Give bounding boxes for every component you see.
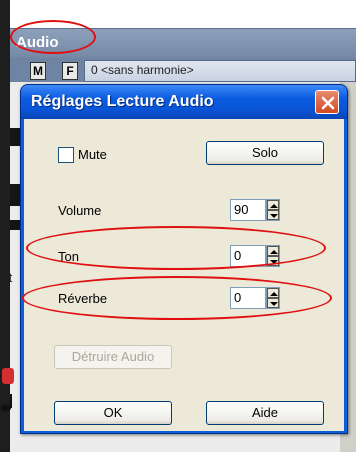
dialog-body: Mute Solo Volume 90 Ton 0 Réverbe 0 Détr… [24, 119, 344, 431]
solo-button[interactable]: Solo [206, 141, 324, 165]
mute-track-button[interactable]: M [30, 62, 46, 80]
background-side-label: St [0, 270, 13, 285]
destroy-audio-button[interactable]: Détruire Audio [54, 345, 172, 369]
ok-button[interactable]: OK [54, 401, 172, 425]
audio-panel-header [10, 28, 356, 58]
spin-down-icon[interactable] [267, 210, 279, 220]
ton-spinner[interactable] [266, 245, 280, 267]
volume-input[interactable]: 90 [230, 199, 266, 221]
music-note-icon [1, 394, 12, 412]
reverbe-spinner[interactable] [266, 287, 280, 309]
spin-up-icon[interactable] [267, 200, 279, 210]
audio-playback-settings-dialog: Réglages Lecture Audio Mute Solo Volume … [20, 84, 348, 434]
spin-down-icon[interactable] [267, 256, 279, 266]
audio-panel-title: Audio [16, 34, 59, 51]
record-icon [2, 368, 14, 384]
spin-down-icon[interactable] [267, 298, 279, 308]
dialog-titlebar[interactable]: Réglages Lecture Audio [21, 85, 347, 119]
ton-input[interactable]: 0 [230, 245, 266, 267]
freeze-track-button[interactable]: F [62, 62, 78, 80]
reverbe-input[interactable]: 0 [230, 287, 266, 309]
spin-up-icon[interactable] [267, 246, 279, 256]
dialog-title: Réglages Lecture Audio [31, 93, 214, 110]
spin-up-icon[interactable] [267, 288, 279, 298]
close-icon [321, 96, 335, 110]
reverbe-label: Réverbe [58, 291, 108, 306]
harmony-select[interactable]: 0 <sans harmonie> [84, 60, 356, 82]
volume-label: Volume [58, 203, 102, 218]
ton-label: Ton [58, 249, 79, 264]
mute-checkbox[interactable] [58, 147, 74, 163]
volume-spinner[interactable] [266, 199, 280, 221]
mute-label: Mute [78, 147, 107, 162]
help-button[interactable]: Aide [206, 401, 324, 425]
close-button[interactable] [315, 90, 339, 114]
